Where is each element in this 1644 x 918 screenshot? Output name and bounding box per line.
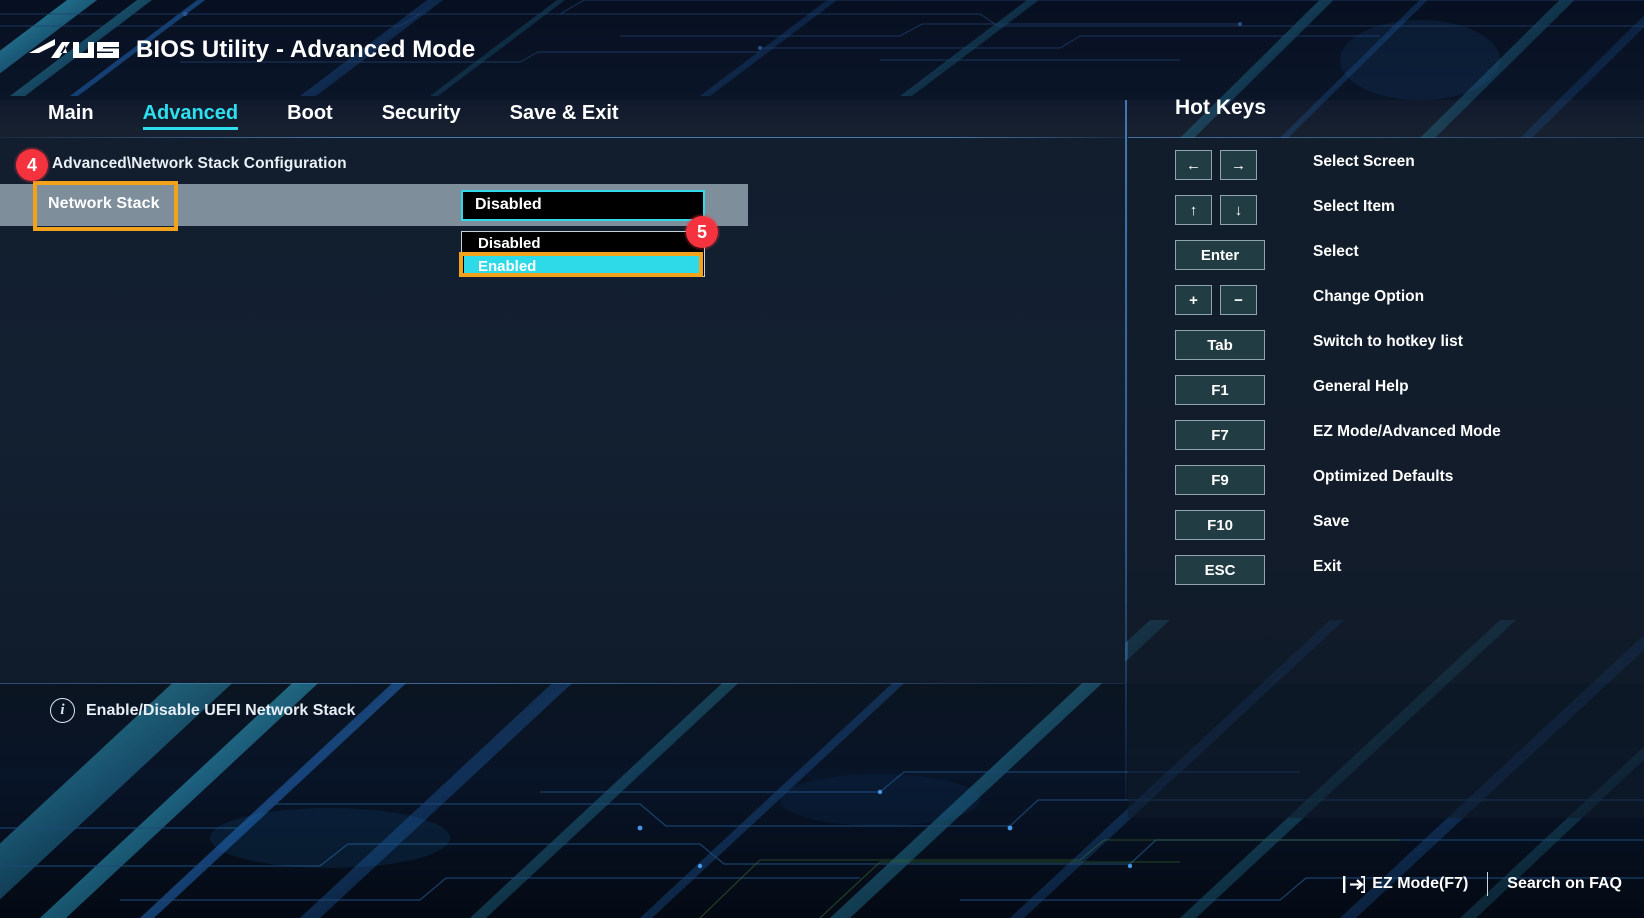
tab-security[interactable]: Security — [382, 102, 461, 130]
search-on-faq-button[interactable]: Search on FAQ — [1507, 875, 1622, 893]
keycap-F10[interactable]: F10 — [1175, 510, 1265, 540]
hotkey-row: F1 General Help — [1175, 375, 1644, 405]
hotkey-keycaps: Enter — [1175, 240, 1313, 270]
header-divider — [0, 137, 1125, 138]
keycap-[interactable]: − — [1220, 285, 1257, 315]
keycap-Tab[interactable]: Tab — [1175, 330, 1265, 360]
hotkey-row: F7 EZ Mode/Advanced Mode — [1175, 420, 1644, 450]
hotkey-row: ESC Exit — [1175, 555, 1644, 585]
hotkey-keycaps: F9 — [1175, 465, 1313, 495]
hotkey-row: + − Change Option — [1175, 285, 1644, 315]
ez-mode-button[interactable]: EZ Mode(F7) — [1343, 875, 1468, 893]
bios-screen: BIOS Utility - Advanced Mode Main Advance… — [0, 0, 1644, 918]
keycap-F1[interactable]: F1 — [1175, 375, 1265, 405]
tab-main[interactable]: Main — [48, 102, 94, 130]
dropdown-option-disabled[interactable]: Disabled — [464, 233, 702, 254]
hotkey-keycaps: F10 — [1175, 510, 1313, 540]
hotkey-row: F10 Save — [1175, 510, 1644, 540]
header-bar: BIOS Utility - Advanced Mode — [0, 0, 1644, 93]
nav-tabbar: Main Advanced Boot Security Save & Exit — [0, 93, 1125, 138]
help-text: Enable/Disable UEFI Network Stack — [86, 701, 356, 719]
hotkey-keycaps: ↑ ↓ — [1175, 195, 1313, 225]
page-title: BIOS Utility - Advanced Mode — [136, 36, 476, 63]
keycap-[interactable]: ↑ — [1175, 195, 1212, 225]
bottom-bar-separator — [1487, 872, 1489, 896]
keycap-[interactable]: ↓ — [1220, 195, 1257, 225]
tab-save-exit[interactable]: Save & Exit — [510, 102, 619, 130]
hotkey-label: Select Item — [1313, 198, 1395, 215]
asus-logo — [29, 39, 119, 58]
dropdown-option-enabled[interactable]: Enabled — [464, 255, 702, 277]
tab-list: Main Advanced Boot Security Save & Exit — [48, 93, 668, 138]
hotkey-label: Change Option — [1313, 288, 1425, 305]
hotkey-keycaps: F7 — [1175, 420, 1313, 450]
hotkey-row: ← → Select Screen — [1175, 150, 1644, 180]
keycap-F7[interactable]: F7 — [1175, 420, 1265, 450]
hotkey-keycaps: Tab — [1175, 330, 1313, 360]
info-icon: i — [50, 698, 75, 723]
hotkey-keycaps: ESC — [1175, 555, 1313, 585]
breadcrumb: Advanced\Network Stack Configuration — [52, 155, 347, 172]
help-bar: i Enable/Disable UEFI Network Stack — [50, 698, 355, 723]
setting-label-network-stack: Network Stack — [48, 195, 160, 212]
hotkey-label: General Help — [1313, 378, 1409, 395]
hotkey-keycaps: + − — [1175, 285, 1313, 315]
hotkey-label: Select — [1313, 243, 1359, 260]
hotkeys-list: ← → Select Screen ↑ ↓ Select Item Enter Select +… — [1175, 150, 1644, 600]
hotkey-label: EZ Mode/Advanced Mode — [1313, 423, 1501, 440]
hotkey-row: Enter Select — [1175, 240, 1644, 270]
hotkeys-title: Hot Keys — [1175, 96, 1267, 119]
exit-arrow-icon — [1343, 875, 1366, 893]
network-stack-dropdown[interactable]: Disabled Enabled — [461, 231, 705, 277]
hotkey-label: Select Screen — [1313, 153, 1415, 170]
hotkey-label: Optimized Defaults — [1313, 468, 1454, 485]
panel-vertical-divider — [1125, 100, 1127, 800]
ez-mode-label: EZ Mode(F7) — [1372, 875, 1469, 892]
help-divider — [0, 683, 1125, 684]
hotkey-keycaps: ← → — [1175, 150, 1313, 180]
hotkey-label: Switch to hotkey list — [1313, 333, 1463, 350]
hotkey-label: Exit — [1313, 558, 1342, 575]
keycap-F9[interactable]: F9 — [1175, 465, 1265, 495]
keycap-[interactable]: → — [1220, 150, 1257, 180]
hotkey-keycaps: F1 — [1175, 375, 1313, 405]
hotkey-label: Save — [1313, 513, 1350, 530]
keycap-[interactable]: + — [1175, 285, 1212, 315]
tab-boot[interactable]: Boot — [287, 102, 333, 130]
keycap-[interactable]: ← — [1175, 150, 1212, 180]
keycap-ESC[interactable]: ESC — [1175, 555, 1265, 585]
hotkey-row: ↑ ↓ Select Item — [1175, 195, 1644, 225]
hotkey-row: F9 Optimized Defaults — [1175, 465, 1644, 495]
keycap-Enter[interactable]: Enter — [1175, 240, 1265, 270]
header-divider-right — [1128, 137, 1644, 138]
bottom-bar: EZ Mode(F7) Search on FAQ — [1343, 872, 1622, 896]
annotation-badge-4: 4 — [16, 149, 48, 181]
network-stack-value-box[interactable]: Disabled — [461, 190, 705, 221]
network-stack-current-value: Disabled — [475, 196, 542, 213]
annotation-badge-5: 5 — [686, 216, 718, 248]
tab-advanced[interactable]: Advanced — [142, 102, 238, 130]
hotkey-row: Tab Switch to hotkey list — [1175, 330, 1644, 360]
